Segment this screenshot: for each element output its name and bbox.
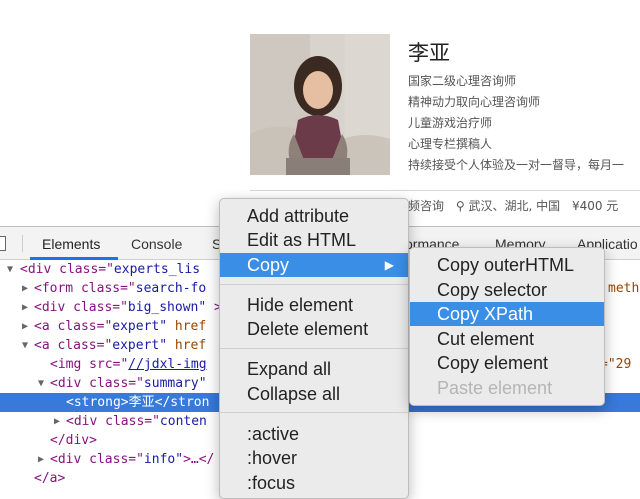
expanded-triangle-icon[interactable]: ▼ <box>7 260 17 279</box>
profile-photo-image <box>250 34 390 175</box>
screen: 李亚 国家二级心理咨询师 精神动力取向心理咨询师 儿童游戏治疗师 心理专栏撰稿人… <box>0 0 640 499</box>
profile-photo[interactable] <box>250 34 390 175</box>
location-text: 武汉、湖北, 中国 <box>468 199 561 213</box>
menu-item-copy-label: Copy <box>247 255 290 275</box>
menu-item-add-attribute[interactable]: Add attribute <box>220 204 410 228</box>
menu-item-copy-xpath[interactable]: Copy XPath <box>410 302 604 326</box>
dom-node-text: <div class=" <box>50 452 144 467</box>
menu-separator <box>220 348 408 349</box>
dom-node-text: <div class=" <box>50 376 144 391</box>
dom-node-text: </div> <box>50 433 97 448</box>
menu-item-copy-outerhtml[interactable]: Copy outerHTML <box>410 253 604 277</box>
menu-item-collapse-all[interactable]: Collapse all <box>220 382 410 406</box>
submenu-arrow-icon: ▶ <box>384 258 394 272</box>
menu-item-force-hover[interactable]: :hover <box>220 446 410 470</box>
tab-console[interactable]: Console <box>131 236 182 252</box>
dom-node-text: <form class=" <box>34 281 136 296</box>
collapsed-triangle-icon[interactable]: ▶ <box>22 317 32 336</box>
dom-node-text: </stron <box>154 395 210 410</box>
dom-node-text: <a class=" <box>34 338 113 353</box>
dom-node-content: 李亚 <box>128 395 155 410</box>
dom-node-text: </a> <box>34 471 66 486</box>
divider <box>250 190 640 191</box>
dom-node-attr: href <box>167 338 207 353</box>
dom-node-text: <a class=" <box>34 319 113 334</box>
dom-node-text: <div class=" <box>20 262 114 277</box>
menu-separator <box>220 412 408 413</box>
context-menu: Add attribute Edit as HTML Copy ▶ Hide e… <box>219 198 409 499</box>
menu-item-force-focus[interactable]: :focus <box>220 471 410 495</box>
expanded-triangle-icon[interactable]: ▼ <box>38 374 48 393</box>
dom-node-value: summary" <box>143 376 207 391</box>
menu-separator <box>220 284 408 285</box>
meta-row: 频咨询 ⚲ 武汉、湖北, 中国 ¥400 元 <box>408 197 618 214</box>
dom-node-attr: href <box>167 319 207 334</box>
menu-item-paste-element: Paste element <box>437 378 553 398</box>
collapsed-triangle-icon[interactable]: ▶ <box>22 279 32 298</box>
dom-node-text: <div class=" <box>34 300 128 315</box>
device-toolbar-icon[interactable] <box>0 236 6 251</box>
menu-item-expand-all[interactable]: Expand all <box>220 357 410 381</box>
toolbar-separator <box>22 235 23 252</box>
expert-name: 李亚 <box>408 41 450 65</box>
bio-line: 持续接受个人体验及一对一督导，每月一 <box>408 158 625 172</box>
dom-node-value: search-fo <box>135 281 207 296</box>
dom-node-text: <div class=" <box>66 414 160 429</box>
dom-node-value: experts_lis <box>113 262 201 277</box>
service-type: 频咨询 <box>408 199 445 213</box>
menu-item-force-active[interactable]: :active <box>220 422 410 446</box>
collapsed-triangle-icon[interactable]: ▶ <box>22 298 32 317</box>
copy-submenu: Copy outerHTML Copy selector Copy XPath … <box>409 247 605 406</box>
dom-node-value: conten <box>159 414 207 429</box>
dom-node-value: expert" <box>112 338 168 353</box>
dom-node-fragment: meth <box>608 281 640 296</box>
web-page: 李亚 国家二级心理咨询师 精神动力取向心理咨询师 儿童游戏治疗师 心理专栏撰稿人… <box>0 0 640 226</box>
menu-item-copy-selector[interactable]: Copy selector <box>410 278 604 302</box>
bio-line: 精神动力取向心理咨询师 <box>408 95 541 109</box>
dom-node-value: big_shown" <box>127 300 207 315</box>
tab-elements[interactable]: Elements <box>42 236 100 252</box>
dom-node-text: <img src=" <box>50 357 129 372</box>
location-pin-icon: ⚲ <box>455 199 465 213</box>
expanded-triangle-icon[interactable]: ▼ <box>22 336 32 355</box>
price-text: ¥400 元 <box>571 199 619 213</box>
dom-node-value: expert" <box>112 319 168 334</box>
collapsed-triangle-icon[interactable]: ▶ <box>54 412 64 431</box>
menu-item-delete-element[interactable]: Delete element <box>220 317 410 341</box>
bio-line: 国家二级心理咨询师 <box>408 74 517 88</box>
collapsed-triangle-icon[interactable]: ▶ <box>38 450 48 469</box>
dom-node-text: <strong> <box>66 395 129 410</box>
dom-node-text: >…</ <box>183 452 215 467</box>
dom-node-link[interactable]: //jdxl-img <box>128 357 206 372</box>
menu-item-copy-element[interactable]: Copy element <box>410 351 604 375</box>
menu-item-copy[interactable]: Copy ▶ <box>220 253 408 277</box>
dom-node-value: info" <box>143 452 184 467</box>
menu-item-edit-as-html[interactable]: Edit as HTML <box>220 228 410 252</box>
bio-line: 儿童游戏治疗师 <box>408 116 493 130</box>
menu-item-cut-element[interactable]: Cut element <box>410 327 604 351</box>
bio-line: 心理专栏撰稿人 <box>408 137 493 151</box>
menu-item-hide-element[interactable]: Hide element <box>220 293 410 317</box>
